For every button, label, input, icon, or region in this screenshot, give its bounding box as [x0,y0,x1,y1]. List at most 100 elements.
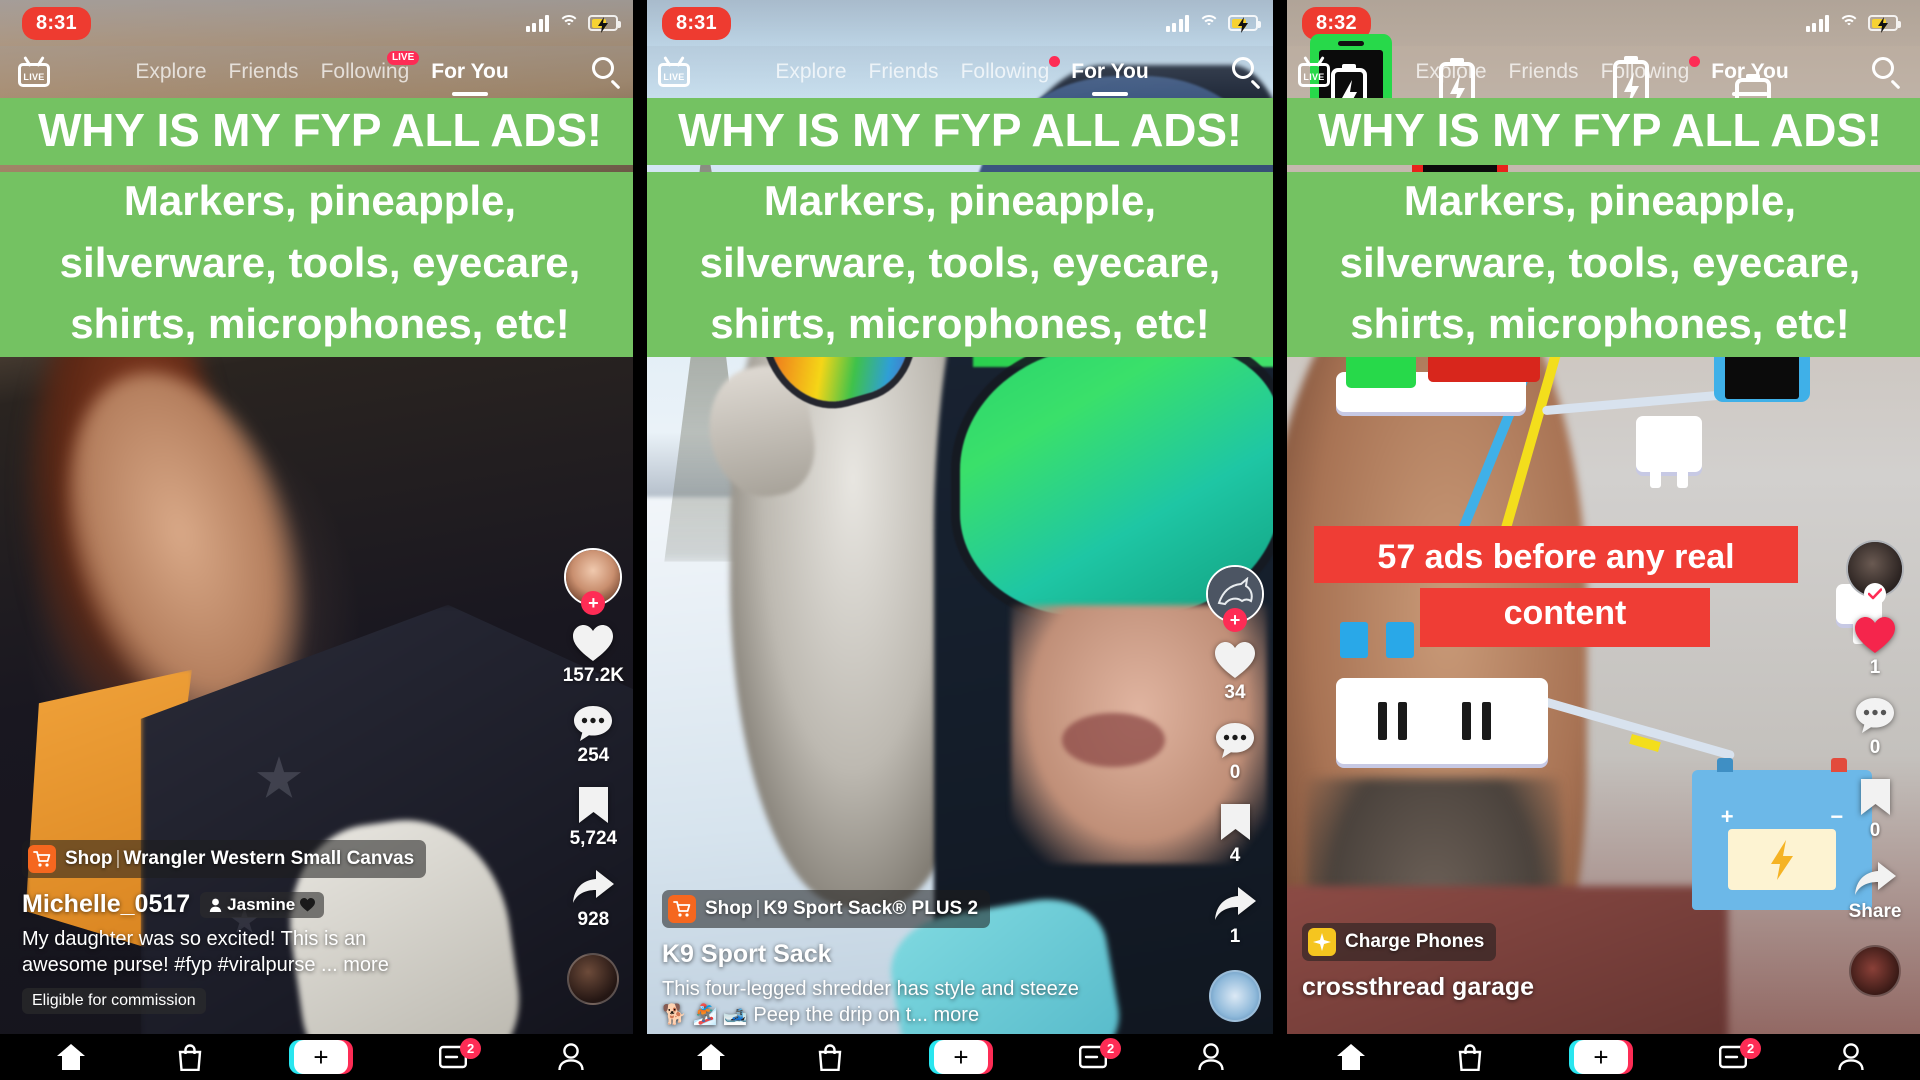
live-icon[interactable]: LIVE [1298,56,1330,87]
action-rail-2: + 34 0 4 1 [1206,565,1264,1022]
nav-tab-friends[interactable]: Friends [869,60,939,84]
decor-mouth [1062,712,1165,767]
author-handle[interactable]: crossthread garage [1302,973,1534,1002]
panel-1: 8:31 LIVE Explore Friends Following LIVE [0,0,640,1080]
tab-inbox[interactable]: 2 [439,1038,482,1070]
caption-line-1: Markers, pineapple, [753,174,1167,230]
bookmark-button[interactable]: 4 [1219,802,1252,867]
search-icon[interactable] [592,57,622,90]
tab-profile[interactable] [1838,1043,1865,1071]
sound-disc[interactable] [1209,970,1261,1022]
avatar[interactable] [1846,540,1904,605]
tab-profile[interactable] [1198,1043,1225,1071]
avatar[interactable]: + [1206,565,1264,632]
tab-shop[interactable] [1457,1043,1483,1071]
follow-button[interactable]: + [581,591,606,615]
create-button[interactable]: + [288,1040,353,1074]
create-button[interactable]: + [928,1040,993,1074]
share-label: Share [1848,901,1902,922]
bookmark-button[interactable]: 5,724 [569,785,618,850]
share-button[interactable]: 928 [571,868,615,931]
live-badge-dot [1689,56,1701,67]
top-navigation: LIVE Explore Friends Following For You [640,46,1280,98]
tab-profile[interactable] [558,1043,585,1071]
video-description[interactable]: My daughter was so excited! This is an a… [22,926,452,978]
author-handle-row[interactable]: Michelle_0517 Jasmine [22,890,452,919]
comment-button[interactable]: 254 [573,705,613,767]
top-navigation: LIVE Explore Friends Following LIVE For … [0,46,640,98]
cart-icon [668,895,696,923]
tab-inbox[interactable]: 2 [1079,1038,1122,1070]
tab-inbox[interactable]: 2 [1719,1038,1762,1070]
sound-disc[interactable] [1849,945,1901,997]
nav-tab-for-you[interactable]: For You [1071,60,1148,84]
live-icon[interactable]: LIVE [18,56,50,87]
doodle-car-battery: + − [1692,758,1872,910]
search-icon[interactable] [1872,57,1902,90]
nav-tab-friends[interactable]: Friends [229,60,299,84]
comment-button[interactable]: 0 [1215,722,1255,784]
tab-create[interactable]: + [928,1040,993,1074]
panel-3: 8:32 LIVE Explore Friends Following For … [1280,0,1920,1080]
tab-shop[interactable] [817,1043,843,1071]
like-button[interactable]: 157.2K [563,624,624,687]
caption-body-2: Markers, pineapple, silverware, tools, e… [640,172,1280,357]
tagged-user-chip[interactable]: Jasmine [200,891,325,918]
bookmark-button[interactable]: 0 [1859,777,1892,842]
tab-home[interactable] [56,1043,86,1071]
panel-divider-2 [1273,0,1287,1080]
share-button[interactable]: Share [1848,860,1902,923]
sparkle-icon [1308,928,1336,956]
nav-tab-following[interactable]: Following [1601,56,1701,84]
nav-tab-for-you[interactable]: For You [1711,60,1788,84]
tab-home[interactable] [1336,1043,1366,1071]
bookmark-icon [1219,802,1252,842]
tab-create[interactable]: + [1568,1040,1633,1074]
tab-create[interactable]: + [288,1040,353,1074]
search-icon[interactable] [1232,57,1262,90]
nav-tab-explore[interactable]: Explore [135,60,206,84]
nav-tab-following[interactable]: Following [961,56,1061,84]
shop-label: Shop | K9 Sport Sack® PLUS 2 [705,898,979,919]
avatar[interactable]: + [564,548,623,615]
caption-headline-3: WHY IS MY FYP ALL ADS! [1280,98,1920,166]
shop-label: Charge Phones [1345,931,1485,952]
caption-line-2: silverware, tools, eyecare, [689,235,1231,292]
signal-icon [525,14,549,32]
doodle-prong-right [1386,622,1414,658]
video-info-1: Shop | Wrangler Western Small Canvas Miche… [22,840,452,1014]
create-button[interactable]: + [1568,1040,1633,1074]
nav-tab-explore[interactable]: Explore [775,60,846,84]
comment-button[interactable]: 0 [1855,697,1895,759]
video-description[interactable]: This four-legged shredder has style and … [662,976,1092,1028]
nav-tab-following[interactable]: Following LIVE [321,51,420,84]
comment-count: 254 [577,745,610,766]
nav-tabs: Explore Friends Following LIVE For You [58,51,586,84]
heart-icon [1214,641,1256,679]
signal-icon [1165,14,1189,32]
tab-shop[interactable] [177,1043,203,1071]
wifi-icon [1198,15,1219,31]
bottom-tab-bar-3: + 2 [1280,1034,1920,1080]
comment-count: 0 [1869,737,1881,758]
like-button[interactable]: 34 [1214,641,1256,704]
like-button[interactable]: 1 [1854,616,1896,679]
shop-row[interactable]: Shop | Wrangler Western Small Canvas [22,840,427,878]
bookmark-icon [1859,777,1892,817]
live-icon[interactable]: LIVE [658,56,690,87]
nav-tab-explore[interactable]: Explore [1415,60,1486,84]
bookmark-count: 5,724 [569,828,618,849]
sound-disc[interactable] [567,953,620,1005]
bookmark-count: 4 [1229,845,1241,866]
verified-badge [1864,583,1886,605]
share-button[interactable]: 1 [1213,885,1257,948]
nav-tab-for-you[interactable]: For You [431,60,508,84]
shop-row[interactable]: Charge Phones [1302,923,1497,961]
shop-row[interactable]: Shop | K9 Sport Sack® PLUS 2 [662,890,991,928]
caption-body-3: Markers, pineapple, silverware, tools, e… [1280,172,1920,357]
tab-home[interactable] [696,1043,726,1071]
product-title[interactable]: K9 Sport Sack [662,940,1092,969]
follow-button[interactable]: + [1223,608,1247,632]
nav-tab-friends[interactable]: Friends [1509,60,1579,84]
clock: 8:31 [662,6,731,40]
